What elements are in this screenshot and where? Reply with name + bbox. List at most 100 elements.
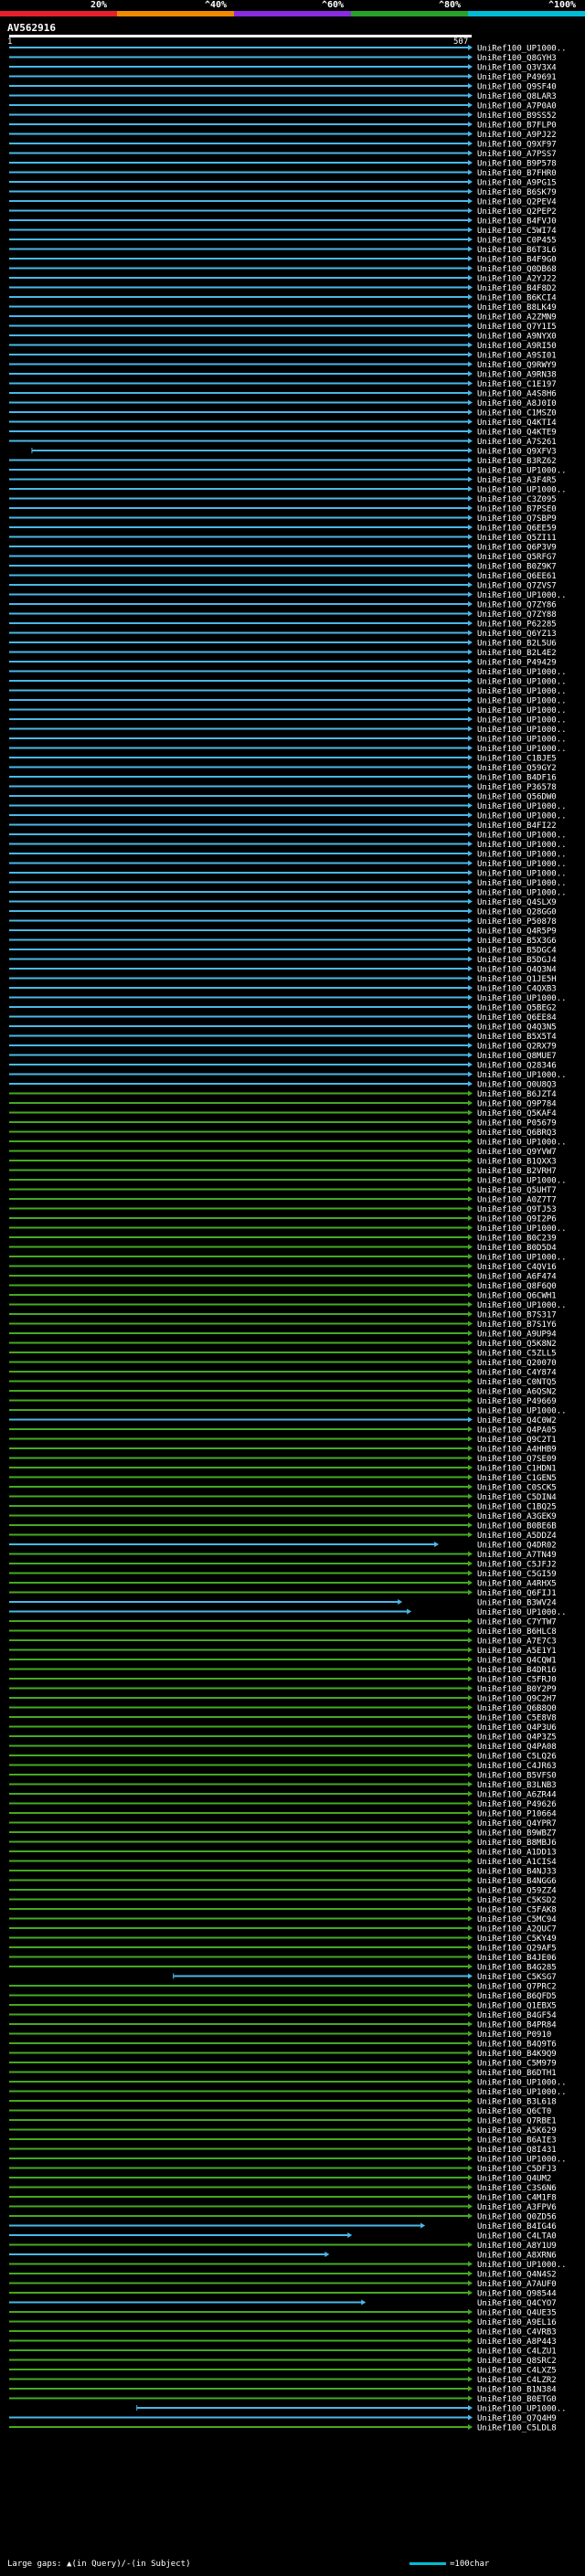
hit-label[interactable]: UniRef100_C7YTW7 xyxy=(477,1618,557,1627)
hit-row[interactable]: UniRef100_Q4P3Z5 xyxy=(9,1733,557,1743)
hit-label[interactable]: UniRef100_B9SS52 xyxy=(477,111,557,121)
hit-row[interactable]: UniRef100_UP1000.. xyxy=(9,1224,567,1234)
hit-row[interactable]: UniRef100_A9SI01 xyxy=(9,352,557,361)
hit-row[interactable]: UniRef100_Q6FIJ1 xyxy=(9,1589,557,1598)
hit-row[interactable]: UniRef100_Q0U8Q3 xyxy=(9,1081,557,1090)
hit-label[interactable]: UniRef100_Q4UM2 xyxy=(477,2175,551,2184)
hit-label[interactable]: UniRef100_B0Z9K7 xyxy=(477,563,557,572)
hit-row[interactable]: UniRef100_B4FI22 xyxy=(9,822,557,831)
hit-row[interactable]: UniRef100_A3FPV6 xyxy=(9,2203,557,2212)
hit-label[interactable]: UniRef100_Q4PA08 xyxy=(477,1743,557,1752)
hit-label[interactable]: UniRef100_Q59GY2 xyxy=(477,764,557,773)
hit-row[interactable]: UniRef100_A6ZR44 xyxy=(9,1791,557,1800)
hit-label[interactable]: UniRef100_B4FI22 xyxy=(477,822,557,831)
hit-row[interactable]: UniRef100_Q4R5P9 xyxy=(9,928,557,937)
hit-label[interactable]: UniRef100_UP1000.. xyxy=(477,726,567,735)
hit-row[interactable]: UniRef100_Q4PA08 xyxy=(9,1743,557,1752)
hit-row[interactable]: UniRef100_B4F9G0 xyxy=(9,256,557,265)
hit-row[interactable]: UniRef100_Q4PA05 xyxy=(9,1426,557,1436)
hit-label[interactable]: UniRef100_Q6P3V9 xyxy=(477,544,557,553)
hit-row[interactable]: UniRef100_A8J0I0 xyxy=(9,399,557,408)
hit-label[interactable]: UniRef100_B5VFS0 xyxy=(477,1772,557,1781)
hit-row[interactable]: UniRef100_UP1000.. xyxy=(9,687,567,696)
hit-label[interactable]: UniRef100_Q5BEG2 xyxy=(477,1004,557,1013)
hit-label[interactable]: UniRef100_C5MC94 xyxy=(477,1915,557,1924)
hit-row[interactable]: UniRef100_C4LTA0 xyxy=(9,2232,557,2242)
hit-row[interactable]: UniRef100_C1HDN1 xyxy=(9,1465,557,1474)
hit-label[interactable]: UniRef100_Q6EE61 xyxy=(477,572,557,581)
hit-row[interactable]: UniRef100_Q28346 xyxy=(9,1062,557,1071)
hit-label[interactable]: UniRef100_A5K629 xyxy=(477,2126,557,2136)
hit-label[interactable]: UniRef100_UP1000.. xyxy=(477,1071,567,1080)
hit-row[interactable]: UniRef100_B4G285 xyxy=(9,1964,557,1973)
hit-label[interactable]: UniRef100_UP1000.. xyxy=(477,1139,567,1148)
hit-row[interactable]: UniRef100_A7TN49 xyxy=(9,1551,557,1560)
hit-row[interactable]: UniRef100_Q4UE35 xyxy=(9,2309,557,2318)
hit-row[interactable]: UniRef100_Q6B8Q0 xyxy=(9,1704,557,1713)
hit-row[interactable]: UniRef100_B9WBZ7 xyxy=(9,1829,557,1839)
hit-label[interactable]: UniRef100_Q9XF97 xyxy=(477,141,557,150)
hit-row[interactable]: UniRef100_UP1000.. xyxy=(9,841,567,850)
hit-row[interactable]: UniRef100_Q3V3X4 xyxy=(9,64,557,73)
hit-label[interactable]: UniRef100_B4PR84 xyxy=(477,2021,557,2030)
hit-label[interactable]: UniRef100_A4HHB9 xyxy=(477,1446,557,1455)
hit-row[interactable]: UniRef100_Q6YZ13 xyxy=(9,630,557,639)
hit-row[interactable]: UniRef100_B4NGG6 xyxy=(9,1877,557,1886)
hit-row[interactable]: UniRef100_UP1000.. xyxy=(9,2088,567,2097)
hit-row[interactable]: UniRef100_UP1000.. xyxy=(9,591,567,600)
hit-row[interactable]: UniRef100_P49626 xyxy=(9,1800,557,1809)
hit-row[interactable]: UniRef100_Q9C2H7 xyxy=(9,1695,557,1704)
hit-row[interactable]: UniRef100_A4RHX5 xyxy=(9,1580,557,1589)
hit-row[interactable]: UniRef100_A6QSN2 xyxy=(9,1388,557,1397)
hit-label[interactable]: UniRef100_B5DGJ4 xyxy=(477,956,557,965)
hit-row[interactable]: UniRef100_B5DGJ4 xyxy=(9,956,557,965)
hit-label[interactable]: UniRef100_Q4SLX9 xyxy=(477,898,557,907)
hit-label[interactable]: UniRef100_Q6FIJ1 xyxy=(477,1589,557,1598)
hit-label[interactable]: UniRef100_Q7ZY86 xyxy=(477,601,557,610)
hit-label[interactable]: UniRef100_Q56DW0 xyxy=(477,793,557,802)
hit-label[interactable]: UniRef100_Q4C0W2 xyxy=(477,1416,557,1426)
hit-label[interactable]: UniRef100_P50878 xyxy=(477,917,557,927)
hit-row[interactable]: UniRef100_UP1000.. xyxy=(9,697,567,706)
hit-label[interactable]: UniRef100_Q6BRQ3 xyxy=(477,1129,557,1138)
hit-label[interactable]: UniRef100_Q9SF40 xyxy=(477,83,557,92)
hit-label[interactable]: UniRef100_Q9RWY9 xyxy=(477,361,557,370)
hit-row[interactable]: UniRef100_UP1000.. xyxy=(9,1407,567,1416)
hit-label[interactable]: UniRef100_B7FHR0 xyxy=(477,169,557,178)
hit-label[interactable]: UniRef100_Q6CWH1 xyxy=(477,1292,557,1301)
hit-label[interactable]: UniRef100_C5KSD2 xyxy=(477,1896,557,1905)
hit-label[interactable]: UniRef100_Q7PRC2 xyxy=(477,1983,557,1992)
hit-row[interactable]: UniRef100_UP1000.. xyxy=(9,726,567,735)
hit-label[interactable]: UniRef100_B5X5T4 xyxy=(477,1033,557,1042)
hit-row[interactable]: UniRef100_Q6CT0 xyxy=(9,2107,551,2116)
hit-row[interactable]: UniRef100_B6QFD5 xyxy=(9,1992,557,2001)
hit-row[interactable]: UniRef100_Q56DW0 xyxy=(9,793,557,802)
hit-label[interactable]: UniRef100_Q4CQW1 xyxy=(477,1657,557,1666)
hit-label[interactable]: UniRef100_C1BQ25 xyxy=(477,1503,557,1512)
hit-label[interactable]: UniRef100_B1N384 xyxy=(477,2386,557,2395)
hit-label[interactable]: UniRef100_A7S261 xyxy=(477,438,557,447)
hit-row[interactable]: UniRef100_C5KSD2 xyxy=(9,1896,557,1905)
hit-label[interactable]: UniRef100_UP1000.. xyxy=(477,1301,567,1310)
hit-row[interactable]: UniRef100_B8LK49 xyxy=(9,303,557,313)
hit-label[interactable]: UniRef100_Q28346 xyxy=(477,1062,557,1071)
hit-label[interactable]: UniRef100_UP1000.. xyxy=(477,1254,567,1263)
hit-label[interactable]: UniRef100_C4QV16 xyxy=(477,1263,557,1272)
hit-label[interactable]: UniRef100_UP1000.. xyxy=(477,736,567,745)
hit-row[interactable]: UniRef100_C5JFJ2 xyxy=(9,1561,557,1570)
hit-row[interactable]: UniRef100_Q59ZZ4 xyxy=(9,1887,557,1896)
hit-label[interactable]: UniRef100_UP1000.. xyxy=(477,841,567,850)
hit-label[interactable]: UniRef100_B0Y2P9 xyxy=(477,1685,557,1694)
hit-row[interactable]: UniRef100_C0NTQ5 xyxy=(9,1378,557,1387)
hit-row[interactable]: UniRef100_B0BE6B xyxy=(9,1522,557,1532)
hit-row[interactable]: UniRef100_C1BJE5 xyxy=(9,755,557,764)
hit-row[interactable]: UniRef100_A8Y1U9 xyxy=(9,2242,557,2251)
hit-row[interactable]: UniRef100_A9EL16 xyxy=(9,2318,557,2327)
hit-row[interactable]: UniRef100_B4IG46 xyxy=(9,2222,557,2231)
hit-row[interactable]: UniRef100_A9PJ22 xyxy=(9,131,557,140)
hit-label[interactable]: UniRef100_Q9I2P6 xyxy=(477,1215,557,1224)
hit-row[interactable]: UniRef100_B9P578 xyxy=(9,160,557,169)
hit-row[interactable]: UniRef100_A0Z7T7 xyxy=(9,1196,557,1205)
hit-label[interactable]: UniRef100_Q5K8N2 xyxy=(477,1340,557,1349)
hit-label[interactable]: UniRef100_A7P0A0 xyxy=(477,102,557,111)
